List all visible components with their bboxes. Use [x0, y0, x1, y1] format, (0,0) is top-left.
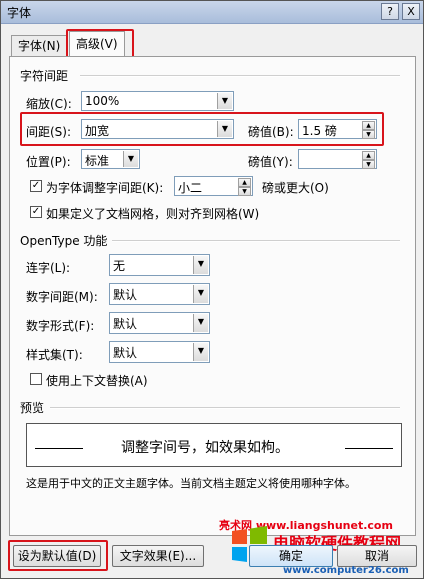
number-spacing-value: 默认	[113, 288, 138, 302]
contextual-alt-checkbox[interactable]	[30, 373, 42, 385]
close-button[interactable]: X	[402, 3, 420, 20]
number-forms-combo[interactable]: 默认 ▼	[109, 312, 210, 334]
section-preview: 预览	[20, 401, 45, 415]
snap-grid-label: 如果定义了文档网格，则对齐到网格(W)	[46, 207, 260, 221]
text-effects-button[interactable]: 文字效果(E)...	[112, 545, 204, 567]
preview-rule-left	[35, 448, 83, 449]
number-spacing-combo[interactable]: 默认 ▼	[109, 283, 210, 305]
highlight-advanced-tab	[66, 29, 134, 59]
tab-strip: 字体(N) 高级(V)	[1, 29, 424, 59]
spin-buttons[interactable]: ▲ ▼	[362, 151, 375, 169]
stylistic-sets-combo[interactable]: 默认 ▼	[109, 341, 210, 363]
ligatures-combo[interactable]: 无 ▼	[109, 254, 210, 276]
chevron-down-icon[interactable]: ▼	[193, 256, 208, 274]
kerning-checkbox[interactable]: ✓	[30, 180, 42, 192]
scale-combo[interactable]: 100% ▼	[81, 91, 234, 111]
number-forms-label: 数字形式(F):	[26, 319, 95, 333]
position-label: 位置(P):	[26, 155, 71, 169]
preview-text: 调整字间号，如效果如枸。	[121, 440, 289, 456]
spin-down-icon[interactable]: ▼	[238, 187, 251, 196]
tab-font[interactable]: 字体(N)	[11, 35, 68, 56]
stylistic-sets-label: 样式集(T):	[26, 348, 83, 362]
position-by-label: 磅值(Y):	[248, 155, 293, 169]
divider	[80, 75, 400, 77]
kerning-label: 为字体调整字间距(K):	[46, 181, 164, 195]
chevron-down-icon[interactable]: ▼	[123, 151, 138, 167]
chevron-down-icon[interactable]: ▼	[193, 314, 208, 332]
divider	[112, 240, 400, 242]
ligatures-label: 连字(L):	[26, 261, 71, 275]
preview-rule-right	[345, 448, 393, 449]
preview-note: 这是用于中文的正文主题字体。当前文档主题定义将使用哪种字体。	[26, 477, 356, 490]
number-spacing-label: 数字间距(M):	[26, 290, 98, 304]
kerning-spinner[interactable]: 小二 ▲ ▼	[174, 176, 253, 196]
kerning-value: 小二	[178, 181, 203, 195]
help-button[interactable]: ?	[381, 3, 399, 20]
highlight-default-button	[8, 540, 108, 571]
font-dialog: 字体 ? X 字体(N) 高级(V) 字符间距 缩放(C): 100% ▼ 间距…	[0, 0, 424, 579]
chevron-down-icon[interactable]: ▼	[217, 93, 232, 109]
spin-up-icon[interactable]: ▲	[238, 178, 251, 187]
ok-button[interactable]: 确定	[249, 545, 333, 567]
section-character-spacing: 字符间距	[20, 69, 69, 83]
position-value: 标准	[85, 154, 110, 168]
number-forms-value: 默认	[113, 317, 138, 331]
spin-down-icon[interactable]: ▼	[362, 160, 375, 169]
chevron-down-icon[interactable]: ▼	[193, 343, 208, 361]
title-bar: 字体 ? X	[1, 1, 423, 24]
scale-value: 100%	[85, 94, 120, 108]
section-opentype: OpenType 功能	[20, 234, 108, 248]
divider	[50, 407, 400, 409]
window-title: 字体	[7, 6, 32, 20]
preview-box: 调整字间号，如效果如枸。	[26, 423, 402, 467]
watermark-text-3: www.computer26.com	[283, 565, 409, 576]
spin-up-icon[interactable]: ▲	[362, 151, 375, 160]
chevron-down-icon[interactable]: ▼	[193, 285, 208, 303]
position-by-spinner[interactable]: ▲ ▼	[298, 149, 377, 169]
kerning-suffix: 磅或更大(O)	[262, 181, 329, 195]
advanced-panel: 字符间距 缩放(C): 100% ▼ 间距(S): 加宽 ▼ 磅值(B): 1.…	[9, 56, 416, 536]
snap-grid-checkbox[interactable]: ✓	[30, 206, 42, 218]
stylistic-sets-value: 默认	[113, 346, 138, 360]
tab-font-label: 字体(N)	[18, 39, 61, 53]
scale-label: 缩放(C):	[26, 97, 72, 111]
contextual-alt-label: 使用上下文替换(A)	[46, 374, 148, 388]
position-combo[interactable]: 标准 ▼	[81, 149, 140, 169]
ligatures-value: 无	[113, 259, 126, 273]
spin-buttons[interactable]: ▲ ▼	[238, 178, 251, 196]
cancel-button[interactable]: 取消	[337, 545, 417, 567]
highlight-spacing-row	[20, 112, 384, 146]
